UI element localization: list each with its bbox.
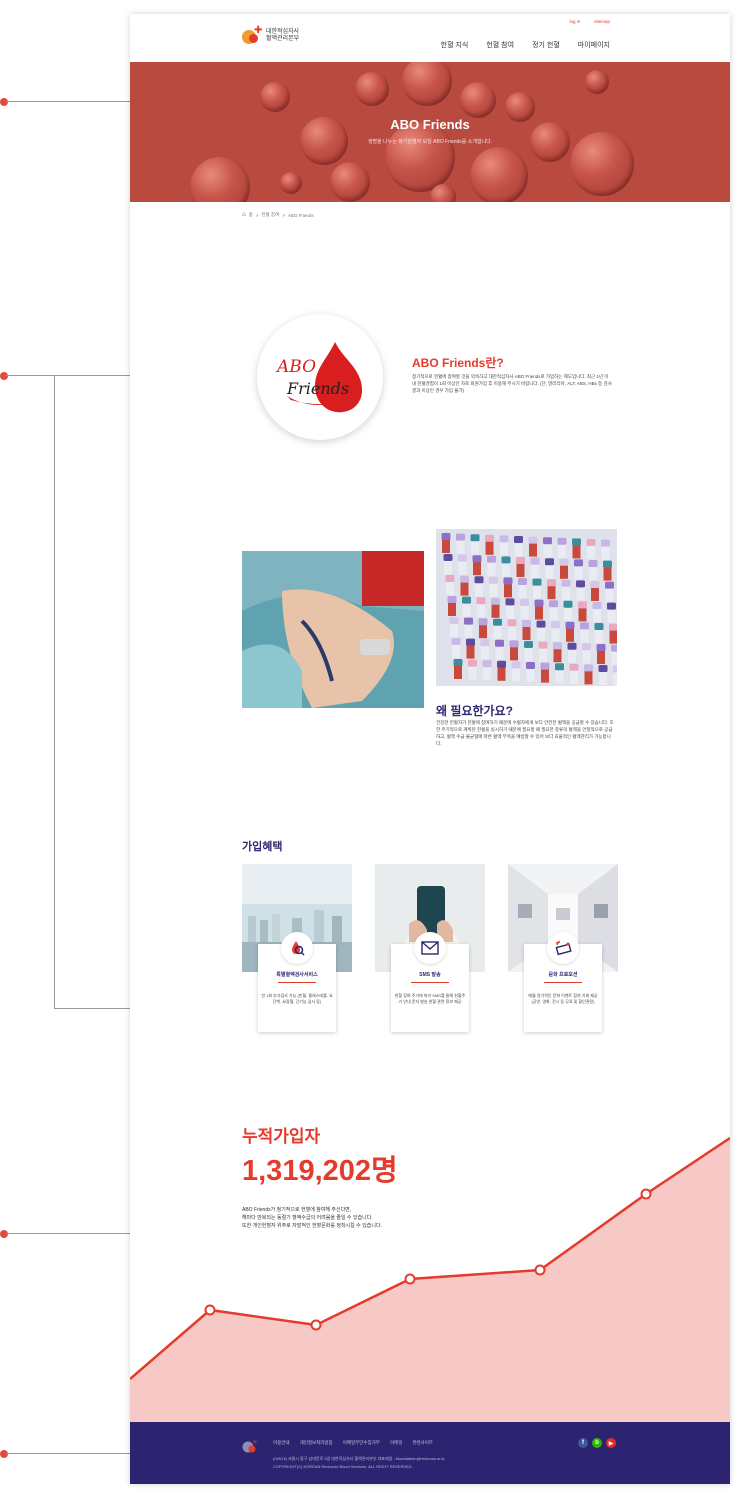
hero-title: ABO Friends [390,117,470,132]
benefit-name: 특별혈액검사서비스 [276,972,318,978]
blood-samples-photo [436,529,617,686]
footer-logo-icon: + [242,1438,258,1453]
benefit-desc: 연 1회 추가검사 가능 (빈혈, 콜레스테롤, 요단백, 요잠혈, 간기능 검… [261,993,333,1004]
nav-item-knowledge[interactable]: 헌혈 지식 [441,40,469,50]
ticket-icon [547,932,579,964]
site-header: ✚ 대한적십자사 혈액관리본부 log in sitemap 헌혈 지식 헌혈 … [130,14,730,62]
login-link[interactable]: log in [569,19,580,24]
footer-link-email-refuse[interactable]: 이메일무단수집거부 [343,1440,380,1446]
members-description: ABO Friends가 정기적으로 헌혈에 참여해 주신다면, 해마다 반복되… [242,1207,382,1229]
site-logo[interactable]: ✚ 대한적십자사 혈액관리본부 [242,25,300,46]
about-description: 정기적으로 헌혈에 참여할 것을 약속하고 대한적십자사 ABO Friends… [412,374,612,393]
about-title: ABO Friends란? [412,356,504,370]
benefit-card[interactable]: 문화 프로모션 매월 정기적인 문화 이벤트 참여 기회 제공 (공연, 영화,… [508,864,618,1034]
footer-copyright: COPYRIGHT(C) KOREAN Redcross Blood Servi… [273,1464,413,1469]
annotation-dot [0,1450,8,1458]
logo-text-abo: ABO [275,357,316,377]
footer-link-guide[interactable]: 이용안내 [273,1440,290,1446]
hero-subtitle: 생명을 나누는 정기헌혈자 모임 ABO Friends를 소개합니다. [367,139,493,145]
footer-link-related[interactable]: 관련사이트 [412,1440,433,1446]
sns-links: f b ▶ [578,1438,616,1448]
benefit-card[interactable]: 특별혈액검사서비스 연 1회 추가검사 가능 (빈혈, 콜레스테롤, 요단백, … [242,864,352,1034]
annotation-line [54,375,55,1009]
hero-banner: ABO Friends 생명을 나누는 정기헌혈자 모임 ABO Friends… [130,62,730,202]
envelope-icon [414,932,446,964]
member-growth-graph [130,1136,730,1424]
abo-friends-logo-icon: ABO Friends [275,342,363,413]
logo-line2: 혈액관리본부 [266,36,300,42]
donation-photo [242,551,424,708]
annotation-dot [0,1230,8,1238]
benefit-name: 문화 프로모션 [548,972,578,978]
redcross-logo-icon: ✚ [242,25,262,46]
main-nav: 헌혈 지식 헌혈 참여 정기 헌혈 마이페이지 [441,40,610,50]
nav-item-participate[interactable]: 헌혈 참여 [486,40,514,50]
breadcrumb-current: ABO Friends [287,212,314,218]
utility-links: log in sitemap [569,19,610,24]
home-icon[interactable]: ⌂ [242,212,246,218]
benefit-card[interactable]: SMS 발송 헌혈 참여 주기에 따라 SMS를 통해 헌혈주기 안내 문자 발… [375,864,485,1034]
annotation-dot [0,98,8,106]
benefit-desc: 헌혈 참여 주기에 따라 SMS를 통해 헌혈주기 안내 문자 발송 헌혈 관련… [394,993,466,1004]
logo-text-friends: Friends [286,379,349,398]
footer-address: (04513) 서울시 중구 남대문로 5길 대한적십자사 혈액관리본부 대표메… [273,1456,445,1461]
facebook-icon[interactable]: f [578,1438,588,1448]
abo-friends-logo: ABO Friends [257,314,383,440]
breadcrumb-participate[interactable]: 헌혈 참여 [261,212,279,218]
nav-item-regular[interactable]: 정기 헌혈 [532,40,560,50]
why-title: 왜 필요한가요? [436,704,513,718]
blood-drop-search-icon [281,932,313,964]
logo-line1: 대한적십자사 [266,29,300,35]
members-label: 누적가입자 [242,1127,321,1146]
sitemap-link[interactable]: sitemap [594,19,610,24]
members-count: 1,319,202명 [242,1155,398,1187]
breadcrumb-home[interactable]: 홈 [249,212,253,218]
why-description: 건강한 헌혈자가 헌혈에 참여하기 때문에 수혈자에게 보다 안전한 혈액을 공… [436,720,614,746]
svg-text:+: + [252,1438,258,1446]
page-frame: ✚ 대한적십자사 혈액관리본부 log in sitemap 헌혈 지식 헌혈 … [130,14,730,1484]
nav-item-mypage[interactable]: 마이페이지 [578,40,610,50]
site-footer: + 이용안내 개인정보처리방침 이메일무단수집거부 이메일 관련사이트 (045… [130,1422,730,1484]
benefit-desc: 매월 정기적인 문화 이벤트 참여 기회 제공 (공연, 영화, 전시 등 무료… [528,993,598,1004]
breadcrumb: ⌂ 홈 > 헌혈 참여 > ABO Friends [242,212,314,218]
benefit-name: SMS 발송 [419,972,441,978]
footer-link-email[interactable]: 이메일 [390,1440,402,1446]
annotation-dot [0,372,8,380]
footer-link-privacy[interactable]: 개인정보처리방침 [300,1440,333,1446]
footer-links: 이용안내 개인정보처리방침 이메일무단수집거부 이메일 관련사이트 [273,1440,433,1446]
blog-icon[interactable]: b [592,1438,602,1448]
youtube-icon[interactable]: ▶ [606,1438,616,1448]
benefits-title: 가입혜택 [242,841,283,853]
